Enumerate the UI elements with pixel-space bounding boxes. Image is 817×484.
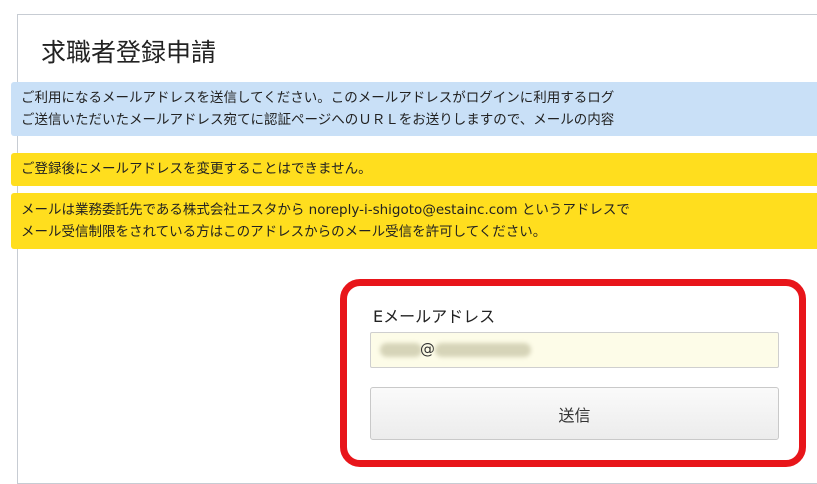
warning-notice-text: ご登録後にメールアドレスを変更することはできません。 — [21, 161, 372, 177]
warning-notice-sender: メールは業務委託先である株式会社エスタから noreply-i-shigoto@… — [11, 193, 817, 249]
submit-button[interactable]: 送信 — [370, 387, 779, 440]
redacted-email-domain — [435, 343, 531, 357]
info-notice-line-2: ご送信いただいたメールアドレス宛てに認証ページへのＵＲＬをお送りしますので、メー… — [21, 112, 615, 128]
warning-notice-sender-line-2: メール受信制限をされている方はこのアドレスからのメール受信を許可してください。 — [21, 224, 547, 240]
email-at-symbol: @ — [420, 340, 435, 358]
warning-notice-email-change: ご登録後にメールアドレスを変更することはできません。 — [11, 153, 817, 186]
warning-notice-sender-line-1: メールは業務委託先である株式会社エスタから noreply-i-shigoto@… — [21, 202, 630, 218]
info-notice-line-1: ご利用になるメールアドレスを送信してください。このメールアドレスがログインに利用… — [21, 90, 615, 106]
redacted-email-local-part — [380, 343, 422, 357]
title-bar: 求職者登録申請 — [18, 15, 817, 83]
email-field-label: Eメールアドレス — [373, 307, 496, 326]
info-notice: ご利用になるメールアドレスを送信してください。このメールアドレスがログインに利用… — [11, 82, 817, 136]
page-title: 求職者登録申請 — [41, 38, 217, 67]
